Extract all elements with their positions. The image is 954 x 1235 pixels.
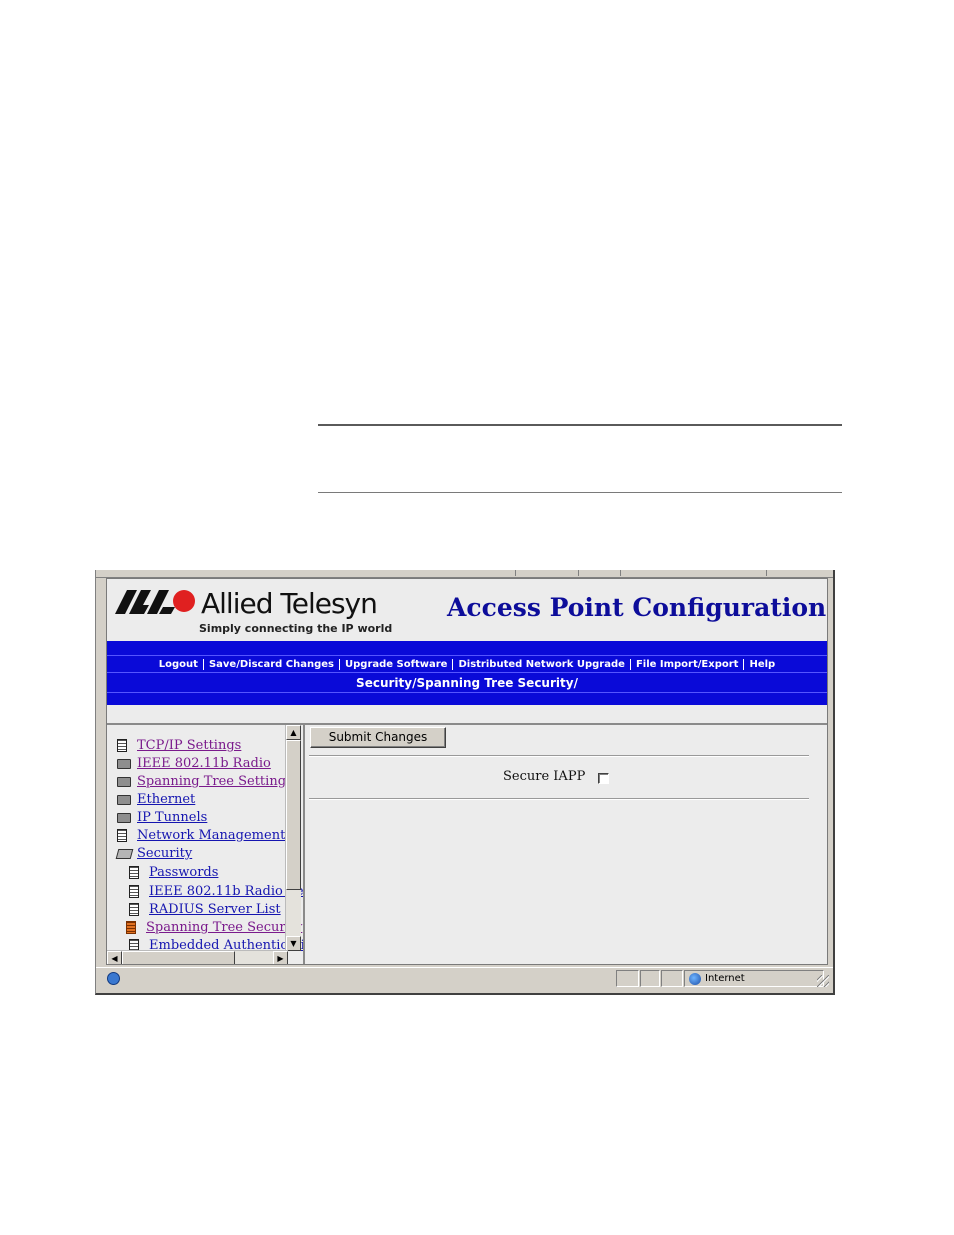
logo-tagline: Simply connecting the IP world xyxy=(199,622,393,635)
content-frame: Submit Changes Secure IAPP xyxy=(307,725,827,964)
globe-icon xyxy=(689,973,701,985)
header-band-bottom xyxy=(107,692,827,706)
page-title: Access Point Configuration xyxy=(447,593,827,622)
document-icon xyxy=(117,739,127,752)
logo-mark-icon xyxy=(115,590,195,614)
selected-document-icon xyxy=(126,921,136,934)
status-cell xyxy=(640,970,660,987)
browser-screenshot: Allied Telesyn Simply connecting the IP … xyxy=(95,570,835,995)
navigation-tree-frame: TCP/IP Settings IEEE 802.11b Radio Spann… xyxy=(107,725,305,964)
nav-distributed-upgrade[interactable]: Distributed Network Upgrade xyxy=(453,659,631,670)
scroll-up-arrow-icon[interactable]: ▲ xyxy=(286,725,301,740)
page-header: Allied Telesyn Simply connecting the IP … xyxy=(107,579,827,641)
open-folder-icon xyxy=(115,849,134,859)
browser-status-bar: Internet xyxy=(96,967,833,990)
scroll-right-arrow-icon[interactable]: ▶ xyxy=(273,951,288,964)
security-zone: Internet xyxy=(684,970,824,987)
nav-upgrade-software[interactable]: Upgrade Software xyxy=(340,659,454,670)
document-icon xyxy=(129,885,139,898)
horizontal-scroll-thumb[interactable] xyxy=(122,951,235,964)
page-status-icon xyxy=(107,972,120,985)
top-rule xyxy=(318,424,842,426)
scroll-down-arrow-icon[interactable]: ▼ xyxy=(286,936,301,951)
vertical-scroll-thumb[interactable] xyxy=(286,740,301,890)
form-separator-bottom xyxy=(309,798,809,800)
folder-icon xyxy=(117,813,131,823)
nav-save-discard[interactable]: Save/Discard Changes xyxy=(204,659,341,670)
status-cell xyxy=(661,970,683,987)
header-band xyxy=(107,641,827,655)
secure-iapp-checkbox[interactable] xyxy=(598,773,609,784)
submit-changes-button[interactable]: Submit Changes xyxy=(310,727,446,748)
page-frame: Allied Telesyn Simply connecting the IP … xyxy=(106,578,828,965)
secure-iapp-label: Secure IAPP xyxy=(503,769,586,784)
form-separator-top xyxy=(309,755,809,757)
allied-telesyn-logo: Allied Telesyn Simply connecting the IP … xyxy=(113,587,392,637)
tree-vertical-scrollbar[interactable]: ▲ ▼ xyxy=(285,725,301,951)
folder-icon xyxy=(117,777,131,787)
scroll-left-arrow-icon[interactable]: ◀ xyxy=(107,951,122,964)
status-cell xyxy=(616,970,639,987)
resize-grip-icon[interactable] xyxy=(817,975,829,987)
logo-wordmark: Allied Telesyn xyxy=(201,587,378,620)
document-icon xyxy=(129,903,139,916)
tree-horizontal-scrollbar[interactable]: ◀ ▶ xyxy=(107,950,288,964)
top-nav: Logout Save/Discard Changes Upgrade Soft… xyxy=(107,655,827,673)
nav-help[interactable]: Help xyxy=(744,659,780,670)
zone-label: Internet xyxy=(705,973,745,984)
frame-divider xyxy=(107,705,827,725)
folder-icon xyxy=(117,759,131,769)
nav-file-import-export[interactable]: File Import/Export xyxy=(631,659,745,670)
document-icon xyxy=(129,866,139,879)
browser-toolbar-strip xyxy=(96,570,833,578)
document-icon xyxy=(117,829,127,842)
folder-icon xyxy=(117,795,131,805)
breadcrumb: Security/Spanning Tree Security/ xyxy=(107,672,827,693)
nav-logout[interactable]: Logout xyxy=(154,659,204,670)
bottom-rule xyxy=(318,492,842,493)
